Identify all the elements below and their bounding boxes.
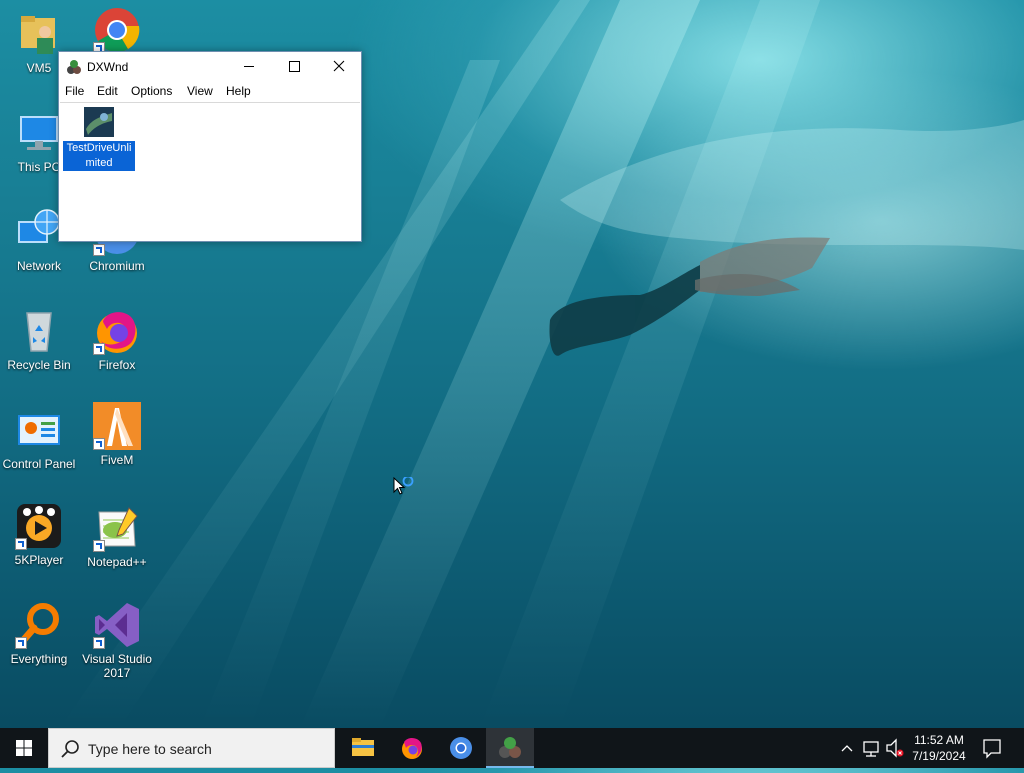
game-thumbnail-icon	[84, 107, 114, 137]
show-hidden-icons-chevron-icon[interactable]	[838, 728, 856, 768]
window-title: DXWnd	[87, 60, 129, 74]
maximize-icon	[289, 61, 300, 72]
taskbar-search-box[interactable]: Type here to search	[48, 728, 335, 768]
firefox-icon	[93, 307, 141, 355]
network-icon	[15, 208, 63, 256]
network-status-icon[interactable]	[860, 728, 882, 768]
menu-options[interactable]: Options	[131, 84, 172, 98]
search-icon	[61, 740, 79, 758]
everything-search-icon	[15, 601, 63, 649]
taskbar-chromium[interactable]	[437, 728, 485, 768]
dxwnd-icon	[499, 737, 521, 758]
minimize-icon	[244, 66, 254, 67]
maximize-button[interactable]	[271, 52, 317, 81]
fivem-icon	[93, 402, 141, 450]
taskbar-file-explorer[interactable]	[339, 728, 387, 768]
action-center-icon[interactable]	[980, 728, 1004, 768]
clock-time: 11:52 AM	[914, 733, 964, 747]
file-explorer-icon	[352, 738, 374, 756]
this-pc-icon	[15, 109, 63, 157]
windows-logo-icon	[16, 740, 32, 756]
recycle-bin-icon	[15, 307, 63, 355]
taskbar-clock[interactable]: 11:52 AM 7/19/2024	[908, 732, 970, 764]
control-panel-icon	[15, 406, 63, 454]
desktop-icon-fivem[interactable]: FiveM	[78, 402, 156, 467]
program-list[interactable]: TestDriveUnlimited	[60, 102, 360, 240]
taskbar-dxwnd[interactable]	[486, 728, 534, 768]
close-icon	[333, 60, 345, 72]
minimize-button[interactable]	[226, 52, 272, 81]
desktop-icon-recycle-bin[interactable]: Recycle Bin	[0, 307, 78, 372]
volume-muted-icon[interactable]	[884, 728, 906, 768]
notepad-plus-plus-icon	[93, 504, 141, 552]
desktop-icon-5kplayer[interactable]: 5KPlayer	[0, 502, 78, 567]
taskbar: Type here to search 11:52 AM 7/19/2024	[0, 728, 1024, 768]
desktop-icon-visual-studio[interactable]: Visual Studio 2017	[78, 601, 156, 680]
desktop-icon-chrome[interactable]	[78, 6, 156, 57]
chrome-icon	[93, 6, 141, 54]
menu-help[interactable]: Help	[226, 84, 251, 98]
desktop-icon-everything[interactable]: Everything	[0, 601, 78, 666]
desktop-icon-notepad-plus-plus[interactable]: Notepad++	[78, 504, 156, 569]
search-placeholder: Type here to search	[88, 741, 212, 757]
menu-file[interactable]: File	[65, 84, 84, 98]
dxwnd-window[interactable]: DXWnd File Edit Options View Help TestDr…	[58, 51, 362, 242]
clock-date: 7/19/2024	[912, 749, 966, 763]
start-button[interactable]	[0, 728, 48, 768]
list-item[interactable]: TestDriveUnlimited	[63, 107, 135, 171]
5kplayer-icon	[15, 502, 63, 550]
busy-cursor-icon	[393, 477, 414, 495]
firefox-icon	[402, 737, 422, 759]
desktop-icon-control-panel[interactable]: Control Panel	[0, 406, 78, 471]
taskbar-firefox[interactable]	[388, 728, 436, 768]
window-titlebar[interactable]: DXWnd	[59, 52, 361, 81]
diver-silhouette	[549, 237, 830, 356]
list-item-label: TestDriveUnlimited	[63, 141, 135, 171]
user-folder-icon	[15, 10, 63, 58]
desktop-icon-firefox[interactable]: Firefox	[78, 307, 156, 372]
menu-edit[interactable]: Edit	[97, 84, 118, 98]
close-button[interactable]	[316, 52, 362, 81]
visual-studio-icon	[93, 601, 141, 649]
menu-view[interactable]: View	[187, 84, 213, 98]
dxwnd-icon	[67, 60, 81, 74]
chromium-icon	[450, 737, 472, 759]
menu-bar: File Edit Options View Help	[59, 81, 361, 101]
